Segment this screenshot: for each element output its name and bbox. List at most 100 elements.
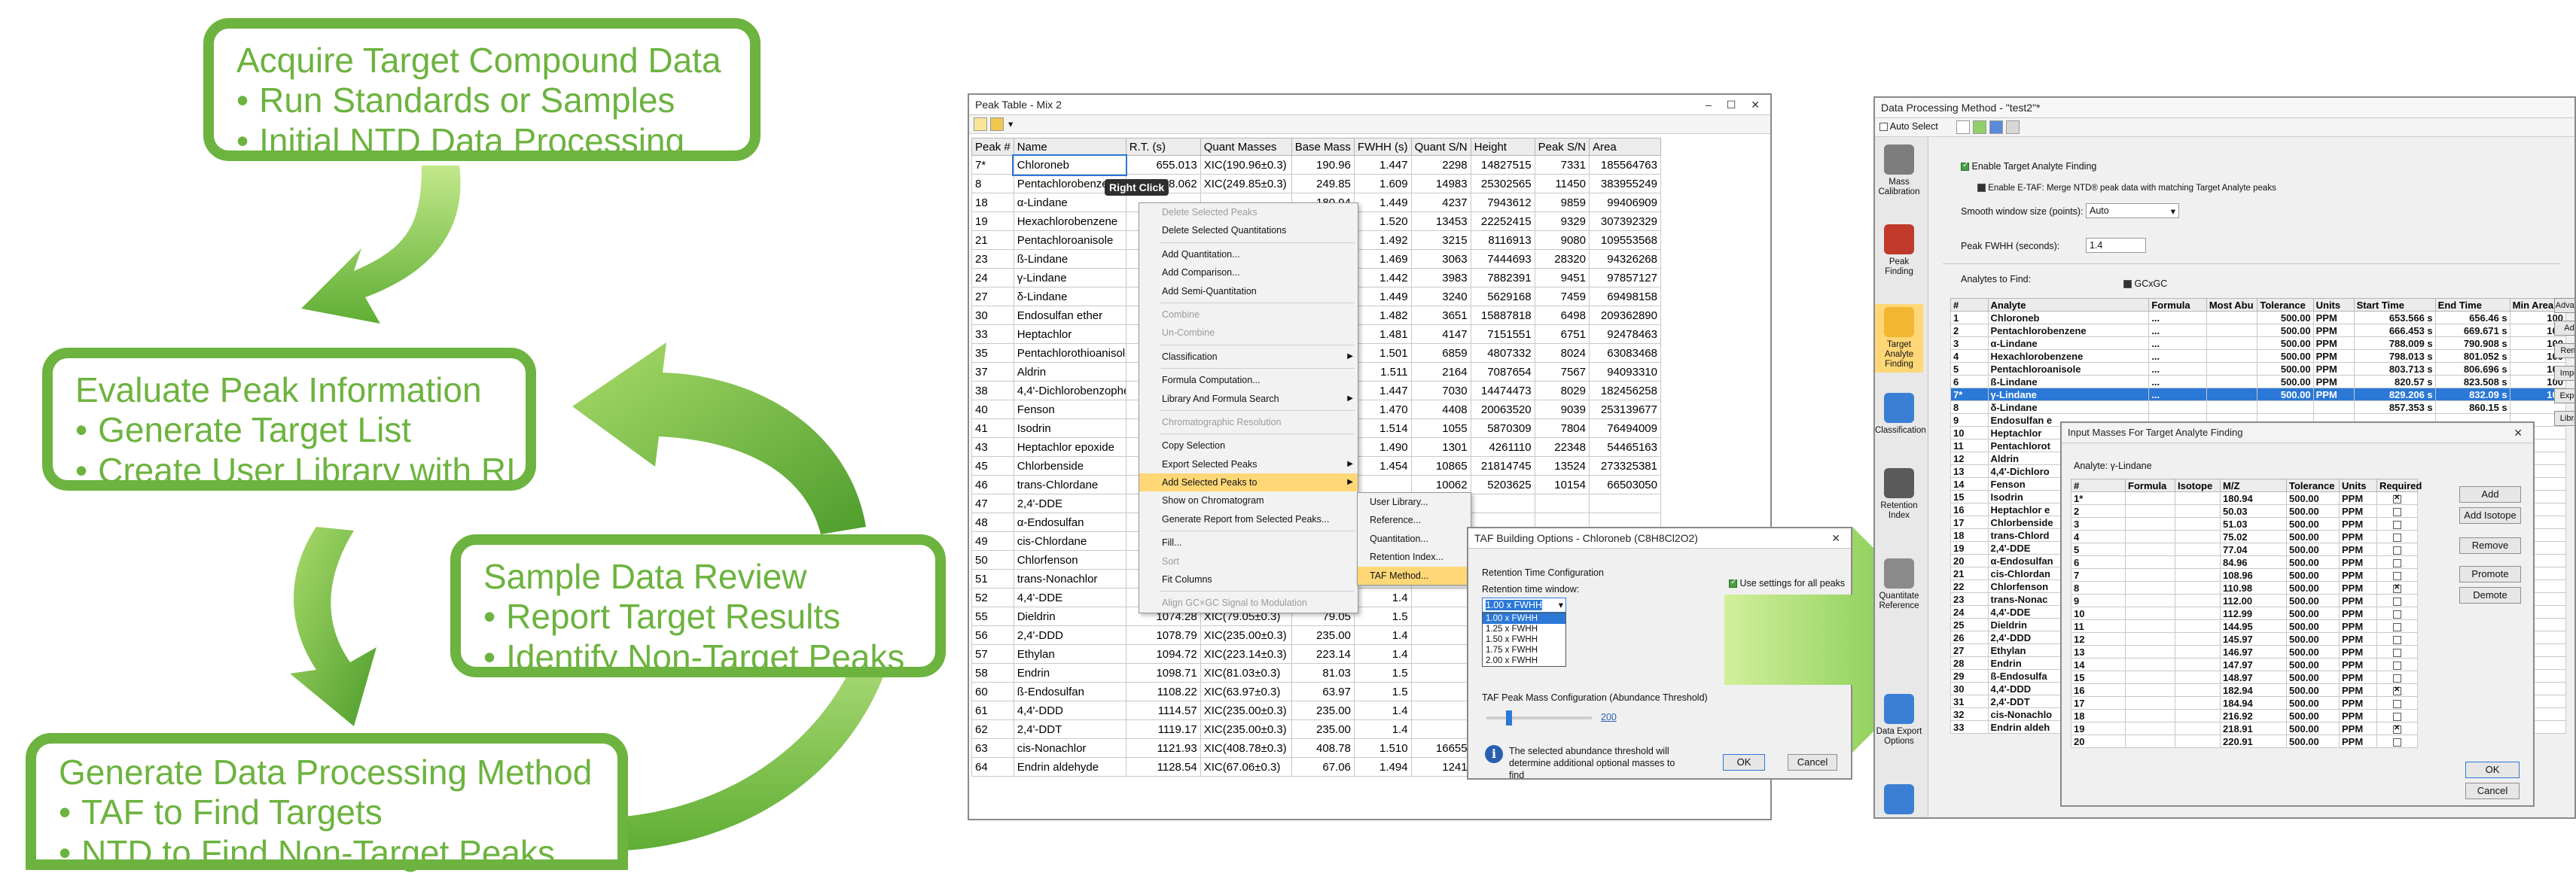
toolbar-table-icon[interactable] [974,117,987,131]
column-header[interactable]: Peak # [971,138,1014,156]
submenu-item[interactable]: Reference... [1358,511,1471,529]
mass-action-button[interactable]: Add Isotope [2459,507,2521,524]
menu-item[interactable]: Add Quantitation... [1139,245,1358,263]
sidebar-item[interactable]: Data Export Options [1875,694,1923,747]
ok-button[interactable]: OK [2465,762,2520,778]
column-header[interactable]: # [2071,479,2126,492]
required-cell[interactable] [2376,658,2418,671]
required-checkbox[interactable] [2393,558,2401,567]
dropdown-option[interactable]: 1.25 x FWHH [1483,624,1565,634]
submenu-item[interactable]: Retention Index... [1358,548,1471,566]
required-checkbox[interactable] [2393,648,2401,657]
column-header[interactable]: M/Z [2220,479,2287,492]
required-checkbox[interactable] [2393,507,2401,516]
required-checkbox[interactable] [2393,610,2401,619]
required-cell[interactable] [2376,671,2418,684]
table-row[interactable]: 9 112.00 500.00 PPM [2071,594,2418,607]
menu-item[interactable]: Un-Combine [1139,324,1358,342]
sidebar-item[interactable]: Quantitate Reference [1875,558,1923,611]
menu-item[interactable]: Add Selected Peaks to ▶ [1139,473,1358,492]
required-cell[interactable] [2376,619,2418,633]
column-header[interactable]: Quant Masses [1200,138,1292,156]
column-header[interactable]: Peak S/N [1534,138,1590,156]
submenu-item[interactable]: User Library... [1358,493,1471,511]
sidebar-item[interactable]: Mass Calibration [1875,144,1923,197]
side-button[interactable]: Impo [2554,366,2574,381]
submenu-item[interactable]: Quantitation... [1358,530,1471,548]
menu-item[interactable]: Copy Selection [1139,436,1358,455]
required-cell[interactable] [2376,581,2418,595]
menu-item[interactable]: Add Comparison... [1139,263,1358,281]
required-checkbox[interactable] [2393,699,2401,708]
rt-window-select[interactable]: 1.00 x FWHH ▾ [1482,598,1566,613]
table-row[interactable]: 8 δ-Lindane 857.353 s 860.15 s [1950,400,2567,414]
required-cell[interactable] [2376,722,2418,735]
table-row[interactable]: 11 144.95 500.00 PPM [2071,619,2418,633]
table-row[interactable]: 12 145.97 500.00 PPM [2071,632,2418,646]
table-row[interactable]: 5 77.04 500.00 PPM [2071,543,2418,556]
required-cell[interactable] [2376,683,2418,697]
mass-action-button[interactable]: Promote [2459,566,2521,583]
required-cell[interactable] [2376,555,2418,569]
required-cell[interactable] [2376,735,2418,748]
column-header[interactable]: Units [2312,298,2355,312]
column-header[interactable]: Most Abu [2206,298,2258,312]
required-cell[interactable] [2376,594,2418,607]
enable-etaf-checkbox[interactable]: Enable E-TAF: Merge NTD® peak data with … [1977,184,2276,193]
dropdown-option[interactable]: 1.00 x FWHH [1483,613,1565,624]
table-row[interactable]: 17 184.94 500.00 PPM [2071,696,2418,710]
column-header[interactable]: Quant S/N [1410,138,1471,156]
required-checkbox[interactable] [2393,583,2401,593]
required-checkbox[interactable] [2393,494,2401,503]
dropdown-option[interactable]: 1.75 x FWHH [1483,645,1565,656]
column-header[interactable]: Area [1588,138,1661,156]
required-cell[interactable] [2376,504,2418,518]
column-header[interactable]: R.T. (s) [1125,138,1201,156]
menu-item[interactable]: Delete Selected Quantitations [1139,221,1358,239]
table-row[interactable]: 3 51.03 500.00 PPM [2071,517,2418,531]
table-row[interactable]: 4 Hexachlorobenzene... 500.00 PPM 798.013 s8… [1950,349,2567,363]
required-cell[interactable] [2376,645,2418,659]
table-row[interactable]: 7 108.96 500.00 PPM [2071,568,2418,582]
required-checkbox[interactable] [2393,661,2401,670]
column-header[interactable]: Tolerance [2286,479,2340,492]
smooth-select[interactable]: Auto ▾ [2086,203,2179,218]
required-checkbox[interactable] [2393,533,2401,542]
menu-item[interactable]: Generate Report from Selected Peaks... [1139,510,1358,528]
column-header[interactable]: Formula [2148,298,2207,312]
toolbar-export-icon[interactable] [2006,120,2020,134]
required-checkbox[interactable] [2393,712,2401,721]
close-icon[interactable]: ✕ [2514,423,2529,443]
side-button[interactable]: Expo [2554,388,2574,403]
table-row[interactable]: 6 ß-Lindane... 500.00 PPM 820.57 s 823.508 s1… [1950,375,2567,388]
toolbar-new-icon[interactable] [1956,120,1970,134]
menu-item[interactable]: Library And Formula Search ▶ [1139,390,1358,408]
toolbar-open-icon[interactable] [1973,120,1986,134]
toolbar-save-icon[interactable] [1989,120,2003,134]
table-row[interactable]: 2 Pentachlorobenzene... 500.00 PPM 666.453 s… [1950,324,2567,337]
gcxgc-checkbox[interactable]: GCxGC [2123,278,2167,289]
side-button[interactable]: Ad [2554,321,2574,336]
menu-item[interactable]: Export Selected Peaks ▶ [1139,455,1358,473]
required-checkbox[interactable] [2393,520,2401,529]
menu-item[interactable]: Add Semi-Quantitation [1139,282,1358,300]
column-header[interactable]: Name [1013,138,1126,156]
sidebar-item[interactable]: Peak Data ASCII Export Options [1875,784,1923,817]
required-checkbox[interactable] [2393,686,2401,695]
table-row[interactable]: 20 220.91 500.00 PPM [2071,735,2418,748]
table-row[interactable]: 14 147.97 500.00 PPM [2071,658,2418,671]
table-row[interactable]: 19 218.91 500.00 PPM [2071,722,2418,735]
toolbar-edit-icon[interactable] [990,117,1004,131]
required-checkbox[interactable] [2393,597,2401,606]
column-header[interactable]: Height [1470,138,1535,156]
required-cell[interactable] [2376,709,2418,722]
required-cell[interactable] [2376,517,2418,531]
menu-item[interactable]: Classification ▶ [1139,348,1358,366]
table-row[interactable]: 1* 180.94 500.00 PPM [2071,491,2418,505]
fwhh-input[interactable]: 1.4 [2086,238,2146,253]
column-header[interactable]: Required [2376,479,2422,492]
required-cell[interactable] [2376,543,2418,556]
menu-item[interactable]: Chromatographic Resolution [1139,413,1358,431]
required-checkbox[interactable] [2393,738,2401,747]
menu-item[interactable]: Align GC×GC Signal to Modulation [1139,594,1358,612]
